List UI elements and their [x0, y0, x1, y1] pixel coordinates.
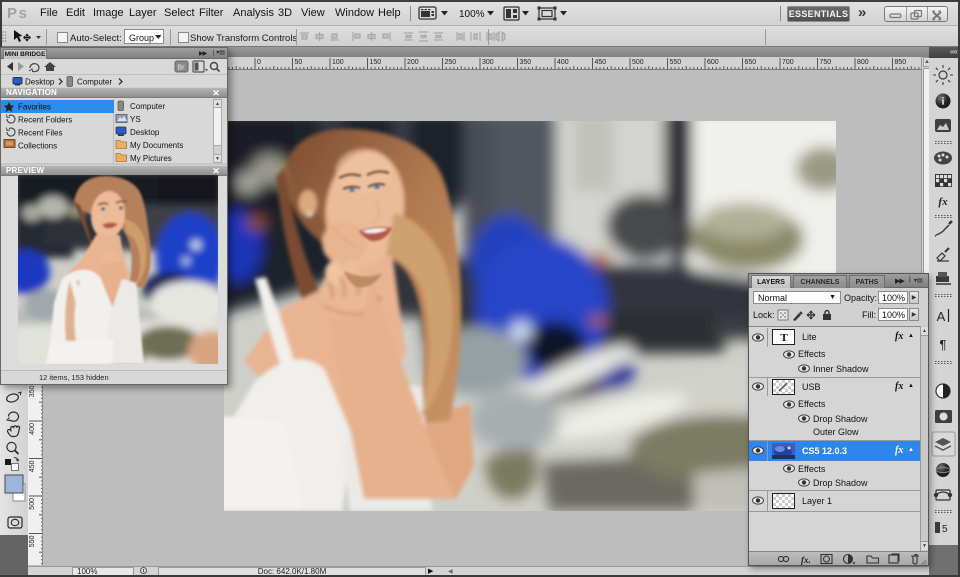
svg-text:600: 600: [707, 59, 719, 66]
svg-text:YS: YS: [130, 115, 141, 124]
svg-text:¶: ¶: [940, 337, 947, 352]
svg-text:0: 0: [257, 59, 261, 66]
svg-text:700: 700: [782, 59, 794, 66]
svg-text:Collections: Collections: [18, 142, 57, 151]
svg-text:fx: fx: [938, 196, 948, 208]
svg-text:500: 500: [632, 59, 644, 66]
svg-text:Favorites: Favorites: [18, 103, 51, 112]
svg-text:100: 100: [332, 59, 344, 66]
svg-text:Recent Files: Recent Files: [18, 129, 62, 138]
svg-text:350: 350: [520, 59, 532, 66]
svg-text:250: 250: [445, 59, 457, 66]
svg-text:350: 350: [29, 385, 36, 397]
svg-text:fx.: fx.: [801, 555, 811, 565]
svg-text:850: 850: [895, 59, 907, 66]
svg-text:Br: Br: [178, 65, 186, 72]
svg-text:300: 300: [482, 59, 494, 66]
svg-text:750: 750: [820, 59, 832, 66]
svg-text:i: i: [942, 97, 945, 108]
svg-text:150: 150: [370, 59, 382, 66]
svg-text:650: 650: [745, 59, 757, 66]
svg-text:My Pictures: My Pictures: [130, 154, 172, 163]
svg-text:550: 550: [670, 59, 682, 66]
svg-text:500: 500: [29, 498, 36, 510]
svg-text:100%: 100%: [459, 9, 485, 20]
svg-text:200: 200: [407, 59, 419, 66]
svg-text:550: 550: [29, 535, 36, 547]
svg-text:Desktop: Desktop: [25, 78, 55, 87]
svg-text:400: 400: [29, 423, 36, 435]
svg-text:Desktop: Desktop: [130, 128, 160, 137]
svg-text:Recent Folders: Recent Folders: [18, 116, 72, 125]
svg-text:400: 400: [557, 59, 569, 66]
svg-text:50: 50: [295, 59, 303, 66]
svg-text:My Documents: My Documents: [130, 141, 183, 150]
svg-text:450: 450: [29, 460, 36, 472]
svg-text:5: 5: [942, 524, 948, 535]
svg-text:Computer: Computer: [77, 78, 112, 87]
svg-text:450: 450: [595, 59, 607, 66]
svg-text:Computer: Computer: [130, 102, 165, 111]
svg-text:800: 800: [857, 59, 869, 66]
svg-text:A: A: [937, 309, 946, 324]
